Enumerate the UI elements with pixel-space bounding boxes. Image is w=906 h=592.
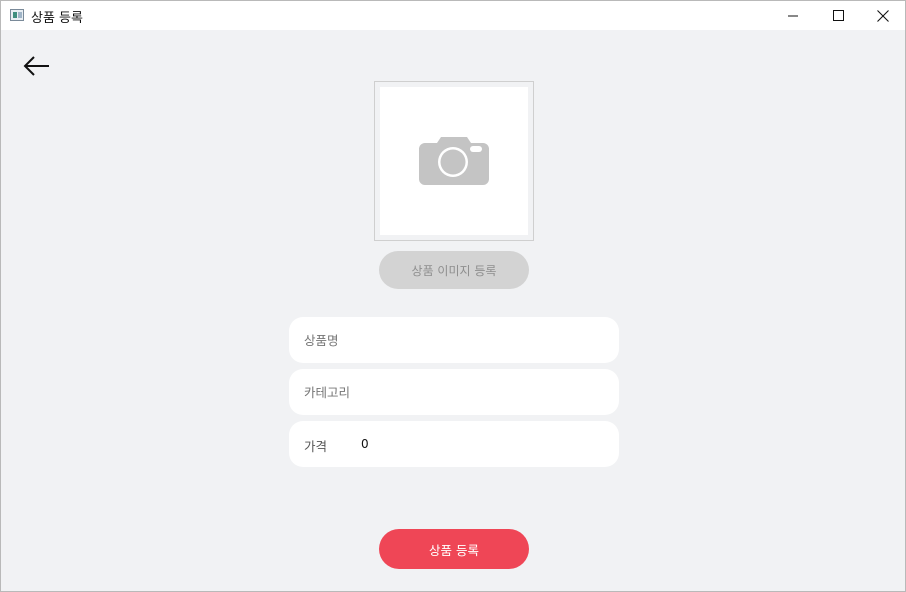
product-name-input[interactable]	[304, 325, 604, 355]
app-window: 상품 등록 상품 이미지 등록 상품명 카테고리 가격 0 상품 등록	[0, 0, 906, 592]
app-icon	[10, 9, 24, 21]
maximize-button[interactable]	[815, 1, 861, 30]
maximize-icon	[832, 10, 844, 21]
title-bar: 상품 등록	[1, 1, 905, 30]
category-field[interactable]	[289, 369, 619, 415]
window-title: 상품 등록	[31, 11, 83, 26]
minimize-icon	[788, 15, 798, 16]
register-product-button[interactable]: 상품 등록	[379, 529, 529, 569]
product-name-field[interactable]	[289, 317, 619, 363]
close-button[interactable]	[860, 1, 906, 30]
product-image-placeholder	[380, 87, 528, 235]
minimize-button[interactable]	[770, 1, 816, 30]
price-input[interactable]	[361, 429, 601, 459]
back-button[interactable]	[23, 55, 51, 77]
upload-image-button[interactable]: 상품 이미지 등록	[379, 251, 529, 289]
camera-icon	[419, 137, 489, 185]
product-image-frame[interactable]	[374, 81, 534, 241]
price-label: 가격	[304, 439, 328, 454]
category-input[interactable]	[304, 377, 604, 407]
back-arrow-icon	[23, 56, 49, 76]
close-icon	[877, 9, 889, 22]
price-field[interactable]: 가격	[289, 421, 619, 467]
